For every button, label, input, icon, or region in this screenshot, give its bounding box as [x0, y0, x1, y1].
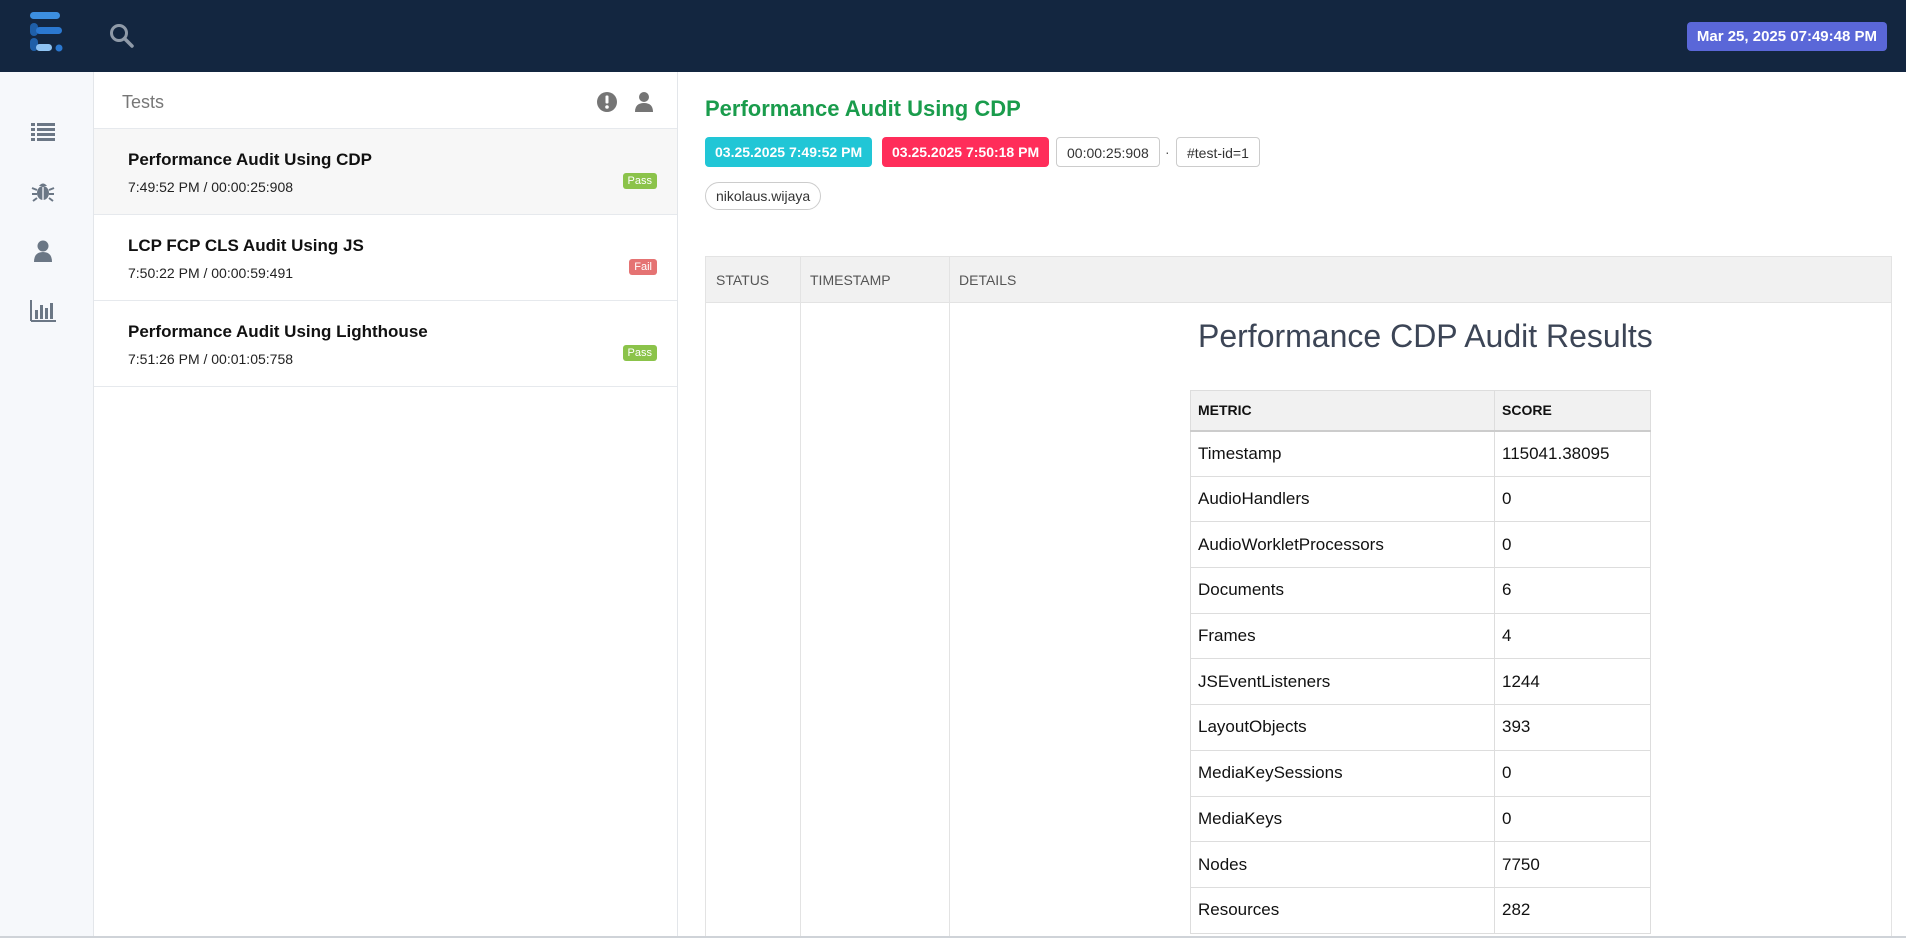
metric-name: Frames	[1190, 612, 1495, 660]
table-row: LayoutObjects 393	[1190, 704, 1651, 751]
table-row: MediaKeySessions 0	[1190, 749, 1651, 797]
test-name: LCP FCP CLS Audit Using JS	[128, 236, 364, 255]
metric-name: AudioHandlers	[1190, 475, 1495, 523]
test-item[interactable]: LCP FCP CLS Audit Using JS 7:50:22 PM / …	[94, 215, 677, 301]
table-row: Nodes 7750	[1190, 841, 1651, 888]
bug-icon[interactable]	[28, 176, 58, 206]
report-date-badge: Mar 25, 2025 07:49:48 PM	[1686, 22, 1887, 51]
side-navigation	[0, 72, 94, 947]
list-icon[interactable]	[28, 117, 58, 147]
test-id-badge: #test-id=1	[1176, 137, 1260, 167]
metric-score: 0	[1494, 749, 1651, 797]
score-column-header: SCORE	[1494, 390, 1651, 432]
metric-score: 6	[1494, 567, 1651, 614]
test-item[interactable]: Performance Audit Using CDP 7:49:52 PM /…	[94, 129, 677, 215]
results-title: Performance CDP Audit Results	[1198, 318, 1653, 354]
test-list-header: Tests	[94, 72, 677, 129]
test-list-title: Tests	[122, 92, 165, 112]
log-table-header: Status Timestamp Details	[706, 257, 1891, 303]
metric-column-header: METRIC	[1190, 390, 1495, 432]
metric-table-header: METRIC SCORE	[1190, 390, 1651, 432]
separator-dot: ·	[1165, 144, 1170, 160]
metric-score: 0	[1494, 475, 1651, 523]
status-badge: Pass	[622, 345, 657, 361]
test-time: 7:49:52 PM / 00:00:25:908	[128, 179, 294, 195]
metric-table: METRIC SCORE Timestamp 115041.38095 Audio…	[1190, 390, 1651, 934]
metric-score: 1244	[1494, 658, 1651, 706]
window-bottom-border	[0, 936, 1906, 947]
metric-score: 282	[1494, 886, 1651, 934]
search-icon[interactable]	[108, 22, 136, 50]
start-time-badge: 03.25.2025 7:49:52 PM	[705, 137, 873, 167]
status-column-header: Status	[716, 272, 770, 288]
bar-chart-icon[interactable]	[28, 296, 58, 326]
metric-name: MediaKeys	[1190, 795, 1495, 843]
metric-score: 0	[1494, 521, 1651, 569]
test-time: 7:51:26 PM / 00:01:05:758	[128, 351, 294, 367]
metric-name: Timestamp	[1190, 430, 1495, 477]
metric-name: Documents	[1190, 567, 1495, 614]
details-column-header: Details	[959, 272, 1017, 288]
test-detail-title: Performance Audit Using CDP	[705, 96, 1021, 121]
column-divider	[800, 257, 801, 937]
table-row: JSEventListeners 1244	[1190, 658, 1651, 706]
metric-name: JSEventListeners	[1190, 658, 1495, 706]
metric-score: 393	[1494, 704, 1651, 751]
author-badge[interactable]: nikolaus.wijaya	[705, 182, 822, 210]
table-row: Frames 4	[1190, 612, 1651, 660]
metric-name: LayoutObjects	[1190, 704, 1495, 751]
logo-icon[interactable]	[28, 10, 74, 60]
metric-name: AudioWorkletProcessors	[1190, 521, 1495, 569]
metric-score: 0	[1494, 795, 1651, 843]
test-name: Performance Audit Using Lighthouse	[128, 322, 428, 341]
test-list-panel: Tests Performance Audit Using CDP 7:49:5…	[94, 72, 678, 936]
metric-name: MediaKeySessions	[1190, 749, 1495, 797]
exclamation-circle-icon[interactable]	[596, 91, 618, 113]
metric-score: 4	[1494, 612, 1651, 660]
duration-badge: 00:00:25:908	[1056, 137, 1160, 167]
table-row: MediaKeys 0	[1190, 795, 1651, 843]
table-row: Timestamp 115041.38095	[1190, 430, 1651, 477]
status-badge: Pass	[622, 173, 657, 189]
timestamp-column-header: Timestamp	[810, 272, 891, 288]
metric-score: 7750	[1494, 841, 1651, 888]
table-row: AudioHandlers 0	[1190, 475, 1651, 523]
test-time: 7:50:22 PM / 00:00:59:491	[128, 265, 294, 281]
column-divider	[949, 257, 950, 937]
user-icon[interactable]	[28, 236, 58, 266]
table-row: Documents 6	[1190, 567, 1651, 614]
user-filter-icon[interactable]	[634, 91, 656, 113]
test-item[interactable]: Performance Audit Using Lighthouse 7:51:…	[94, 301, 677, 387]
table-row: Resources 282	[1190, 886, 1651, 934]
metric-score: 115041.38095	[1494, 430, 1651, 477]
table-row: AudioWorkletProcessors 0	[1190, 521, 1651, 569]
status-badge: Fail	[629, 259, 657, 275]
metric-name: Nodes	[1190, 841, 1495, 888]
metric-name: Resources	[1190, 886, 1495, 934]
test-name: Performance Audit Using CDP	[128, 150, 373, 169]
top-navbar: Mar 25, 2025 07:49:48 PM	[0, 0, 1906, 72]
end-time-badge: 03.25.2025 7:50:18 PM	[882, 137, 1050, 167]
